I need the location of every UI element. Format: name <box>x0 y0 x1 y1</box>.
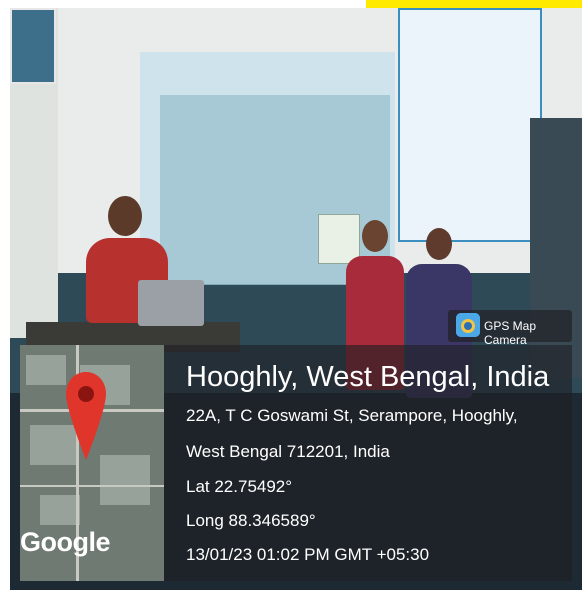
address-line-2: West Bengal 712201, India <box>186 442 390 461</box>
wall-chart <box>398 8 542 242</box>
teacher-head <box>108 196 142 236</box>
student-left-head <box>362 220 388 252</box>
gps-badge-label: GPS Map Camera <box>484 319 537 347</box>
wall-poster <box>10 8 56 84</box>
map-pin-icon <box>64 370 108 462</box>
highlight-strip <box>366 0 582 8</box>
location-title: Hooghly, West Bengal, India <box>186 361 550 393</box>
address-line-1: 22A, T C Goswami St, Serampore, Hooghly, <box>186 406 518 425</box>
google-logo: Google <box>20 527 111 557</box>
timestamp: 13/01/23 01:02 PM GMT +05:30 <box>186 545 430 564</box>
laptop <box>138 280 204 326</box>
map-camera-icon <box>456 313 480 337</box>
latitude: Lat 22.75492° <box>186 477 293 496</box>
student-right-head <box>426 228 452 260</box>
longitude: Long 88.346589° <box>186 511 316 530</box>
